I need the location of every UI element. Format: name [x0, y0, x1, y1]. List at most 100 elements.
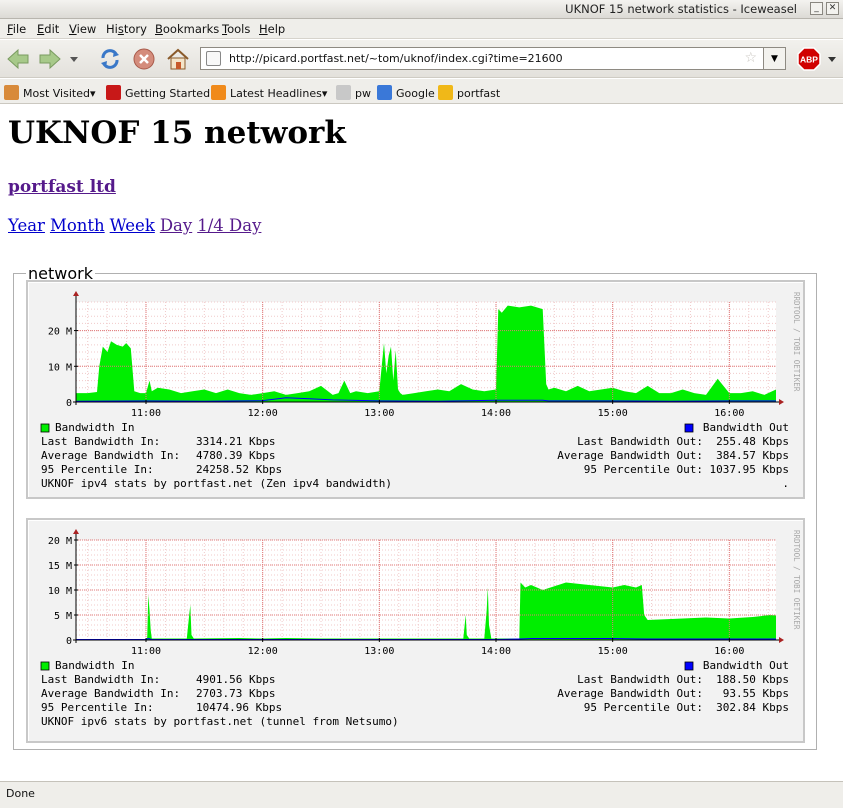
- stat-label: Last Bandwidth In:: [41, 435, 161, 448]
- stat-label: Average Bandwidth Out:: [557, 687, 703, 700]
- stat-value: 4901.56 Kbps: [196, 673, 276, 686]
- ipv4-bandwidth-graph: 0 10 M 20 M 11:00 12:00 13:00 14:00 15:00 16:00 R…: [26, 280, 805, 499]
- menu-history[interactable]: History: [106, 22, 147, 36]
- bookmark-pw[interactable]: pw: [336, 85, 371, 100]
- y-tick-label: 10 M: [48, 586, 72, 597]
- bookmark-portfast[interactable]: portfast: [438, 85, 500, 100]
- page-icon: [336, 85, 351, 100]
- x-tick-label: 12:00: [248, 408, 278, 419]
- x-tick-label: 15:00: [598, 646, 628, 657]
- stat-value: 93.55 Kbps: [722, 687, 789, 700]
- bookmarks-toolbar: Most Visited▾ Getting Started Latest Headl…: [0, 79, 843, 104]
- portfast-icon: [438, 85, 453, 100]
- bookmark-label: Google: [396, 87, 435, 100]
- y-tick-label: 15 M: [48, 561, 72, 572]
- bookmark-most-visited[interactable]: Most Visited▾: [4, 85, 95, 100]
- bookmark-getting-started[interactable]: Getting Started: [106, 85, 210, 100]
- bookmark-latest-headlines[interactable]: Latest Headlines▾: [211, 85, 327, 100]
- most-visited-icon: [4, 85, 19, 100]
- reload-icon[interactable]: [96, 45, 124, 73]
- chevron-down-icon: ▾: [89, 87, 96, 100]
- period-link-month[interactable]: Month: [50, 216, 105, 235]
- menu-file[interactable]: File: [7, 22, 26, 36]
- stat-value: 4780.39 Kbps: [196, 449, 276, 462]
- y-axis-arrow: [73, 291, 79, 296]
- google-icon: [377, 85, 392, 100]
- menu-bar: File Edit View History Bookmarks Tools H…: [0, 19, 843, 39]
- bookmark-label: pw: [355, 87, 371, 100]
- stat-value: 302.84 Kbps: [716, 701, 789, 714]
- menu-edit[interactable]: Edit: [37, 22, 59, 36]
- x-tick-label: 14:00: [481, 408, 511, 419]
- bookmark-google[interactable]: Google: [377, 85, 435, 100]
- stat-value: 1037.95 Kbps: [709, 463, 789, 476]
- stat-label: Average Bandwidth In:: [41, 449, 181, 462]
- ipv6-bandwidth-graph: 0 5 M 10 M 15 M 20 M 11:00 12:00 13:00 14:00 15:0…: [26, 518, 805, 743]
- period-link-1-4-day[interactable]: 1/4 Day: [197, 216, 261, 235]
- history-dropdown-icon[interactable]: [66, 45, 82, 73]
- menu-bookmarks[interactable]: Bookmarks: [155, 22, 219, 36]
- adblock-plus-icon[interactable]: ABP: [795, 45, 823, 73]
- x-tick-label: 11:00: [131, 646, 161, 657]
- status-bar: Done: [0, 781, 843, 808]
- stat-value: 3314.21 Kbps: [196, 435, 276, 448]
- url-bar[interactable]: ☆: [200, 47, 764, 70]
- stat-label: Last Bandwidth In:: [41, 673, 161, 686]
- stat-label: Last Bandwidth Out:: [577, 435, 703, 448]
- stat-value: 2703.73 Kbps: [196, 687, 276, 700]
- graph-caption: UKNOF ipv6 stats by portfast.net (tunnel…: [41, 715, 399, 728]
- close-window-icon[interactable]: ✕: [826, 2, 839, 15]
- legend-out-swatch: [684, 423, 694, 433]
- x-tick-label: 13:00: [364, 408, 394, 419]
- stat-value: 384.57 Kbps: [716, 449, 789, 462]
- graph-caption: UKNOF ipv4 stats by portfast.net (Zen ip…: [41, 477, 392, 490]
- period-link-day[interactable]: Day: [160, 216, 192, 235]
- legend-out-swatch: [684, 661, 694, 671]
- x-tick-label: 13:00: [364, 646, 394, 657]
- stat-value: 24258.52 Kbps: [196, 463, 283, 476]
- adblock-dropdown-icon[interactable]: [825, 45, 839, 73]
- x-tick-label: 16:00: [714, 646, 744, 657]
- menu-help[interactable]: Help: [259, 22, 285, 36]
- rrdtool-watermark: RRDTOOL / TOBI OETIKER: [792, 292, 801, 392]
- org-link[interactable]: portfast ltd: [8, 177, 116, 197]
- legend-in-swatch: [40, 423, 50, 433]
- stat-value: 188.50 Kbps: [716, 673, 789, 686]
- forward-arrow-icon[interactable]: [36, 45, 64, 73]
- stat-label: 95 Percentile Out:: [583, 701, 703, 714]
- legend-bandwidth-in: Bandwidth In: [55, 421, 135, 434]
- y-tick-label: 20 M: [48, 327, 72, 338]
- period-links: Year Month Week Day 1/4 Day: [8, 216, 266, 235]
- x-tick-label: 15:00: [598, 408, 628, 419]
- stop-icon[interactable]: [130, 45, 158, 73]
- rrdtool-watermark: RRDTOOL / TOBI OETIKER: [792, 530, 801, 630]
- stat-label: 95 Percentile Out:: [583, 463, 703, 476]
- status-text: Done: [6, 787, 35, 800]
- url-input[interactable]: [229, 52, 739, 65]
- legend-bandwidth-out: Bandwidth Out: [702, 421, 789, 434]
- legend-bandwidth-in: Bandwidth In: [55, 659, 135, 672]
- site-identity-icon[interactable]: [206, 51, 221, 66]
- back-arrow-icon[interactable]: [4, 45, 32, 73]
- getting-started-icon: [106, 85, 121, 100]
- menu-tools[interactable]: Tools: [222, 22, 250, 36]
- menu-view[interactable]: View: [69, 22, 96, 36]
- minimize-icon[interactable]: _: [810, 2, 823, 15]
- url-dropdown-icon[interactable]: ▼: [764, 47, 786, 70]
- legend-in-swatch: [40, 661, 50, 671]
- x-tick-label: 12:00: [248, 646, 278, 657]
- bookmark-star-icon[interactable]: ☆: [744, 50, 757, 66]
- period-link-year[interactable]: Year: [8, 216, 45, 235]
- graph-caption-dot: .: [782, 477, 789, 490]
- x-tick-label: 16:00: [714, 408, 744, 419]
- home-icon[interactable]: [164, 45, 192, 73]
- bookmark-label: Latest Headlines: [230, 87, 322, 100]
- stat-label: Average Bandwidth In:: [41, 687, 181, 700]
- stat-value: 255.48 Kbps: [716, 435, 789, 448]
- y-tick-label: 0: [66, 636, 72, 647]
- bookmark-label: Getting Started: [125, 87, 211, 100]
- page-title: UKNOF 15 network: [8, 115, 346, 151]
- chevron-down-icon: ▾: [321, 87, 328, 100]
- x-axis-arrow: [779, 637, 784, 643]
- period-link-week[interactable]: Week: [110, 216, 155, 235]
